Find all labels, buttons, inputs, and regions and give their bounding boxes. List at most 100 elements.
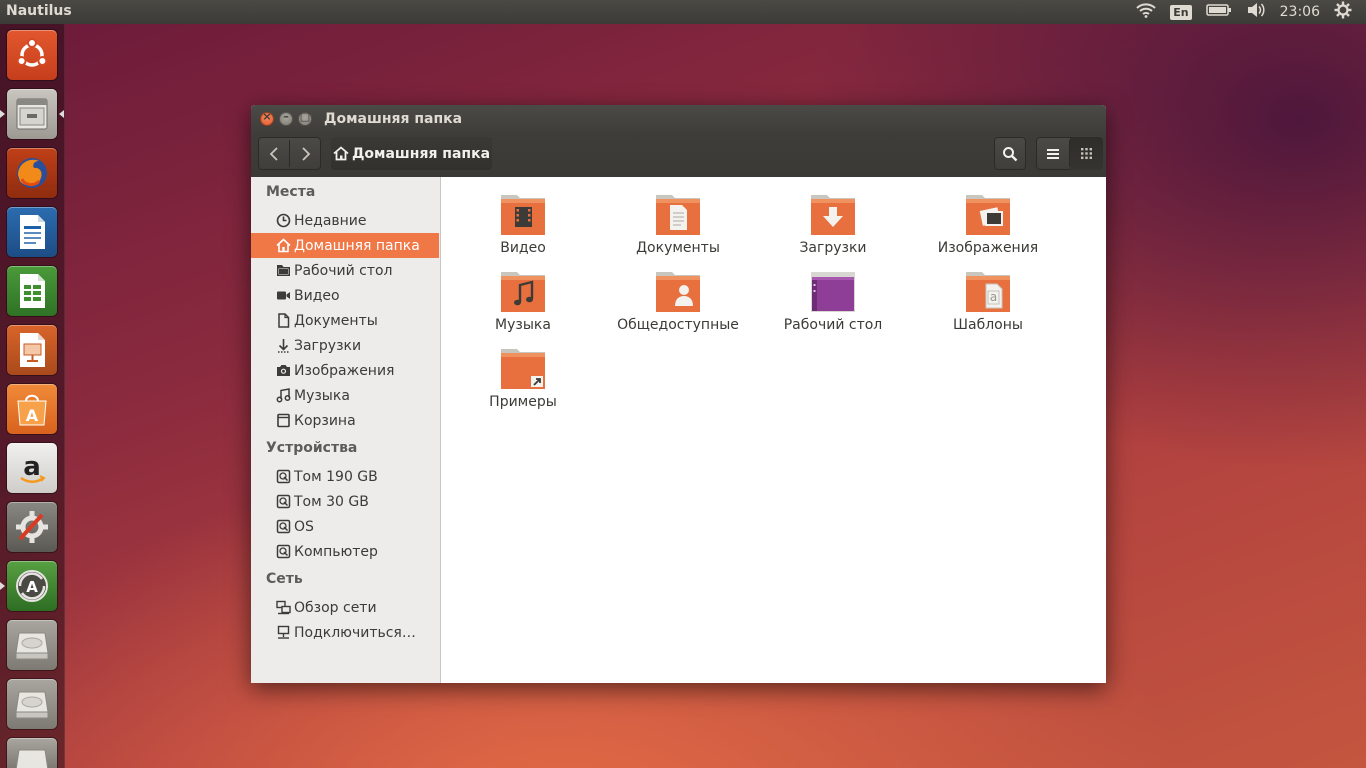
breadcrumb-label: Домашняя папка [351, 145, 491, 162]
sidebar-item-connect-to-server[interactable]: Подключиться… [251, 620, 439, 645]
running-indicator [0, 582, 5, 590]
list-view-button[interactable] [1036, 137, 1069, 170]
battery-icon[interactable] [1205, 3, 1232, 21]
launcher-software-center[interactable]: A [7, 384, 57, 434]
sidebar-heading-devices: Устройства [266, 440, 358, 456]
folder-item-documents[interactable]: Документы [608, 191, 748, 256]
launcher-libreoffice-calc[interactable] [7, 266, 57, 316]
sidebar-item-recent[interactable]: Недавние [251, 208, 439, 233]
sidebar-item-pictures[interactable]: Изображения [251, 358, 439, 383]
sidebar-item-home[interactable]: Домашняя папка [251, 233, 439, 258]
maximize-button[interactable]: □ [298, 110, 312, 126]
download-arrow-icon [275, 338, 291, 354]
sidebar-item-volume-30gb[interactable]: Том 30 GB [251, 489, 439, 514]
indicator-tray: En 23:06 [1136, 0, 1366, 24]
file-label: Загрузки [799, 240, 867, 256]
hard-drive-icon [15, 749, 49, 768]
launcher-files[interactable] [7, 89, 57, 139]
sidebar-item-music[interactable]: Музыка [251, 383, 439, 408]
sidebar-item-volume-190gb[interactable]: Том 190 GB [251, 464, 439, 489]
svg-text:A: A [26, 578, 38, 596]
folder-item-templates[interactable]: a Шаблоны [918, 268, 1058, 333]
close-icon: × [262, 110, 272, 123]
clock-icon [275, 213, 291, 229]
running-indicator [0, 110, 5, 118]
back-button[interactable] [258, 137, 289, 170]
launcher-amazon[interactable]: a [7, 443, 57, 493]
software-updater-icon: A [16, 570, 48, 602]
launcher-libreoffice-impress[interactable] [7, 325, 57, 375]
home-icon [275, 238, 291, 254]
trash-icon [275, 413, 291, 429]
breadcrumb-home-button[interactable]: Домашняя папка [331, 137, 492, 170]
folder-item-desktop[interactable]: Рабочий стол [763, 268, 903, 333]
file-grid: Видео Документы Загрузки Изображения Муз… [441, 177, 1106, 683]
search-group [994, 137, 1026, 170]
close-button[interactable]: × [260, 110, 274, 126]
launcher-drive-3[interactable] [7, 738, 57, 768]
launcher-drive-1[interactable] [7, 620, 57, 670]
sidebar-item-label: Рабочий стол [294, 262, 393, 279]
search-icon [1003, 146, 1018, 161]
window-titlebar[interactable]: × – □ Домашняя папка [251, 105, 1106, 134]
chevron-left-icon [269, 146, 278, 161]
desktop-folder-icon [275, 263, 291, 279]
software-center-icon: A [17, 394, 47, 426]
keyboard-layout-indicator[interactable]: En [1170, 4, 1192, 20]
impress-icon [20, 333, 45, 367]
sidebar-item-label: Том 190 GB [294, 468, 378, 485]
clock[interactable]: 23:06 [1280, 4, 1320, 20]
volume-icon[interactable] [1246, 2, 1266, 22]
sidebar: Места Недавние Домашняя папка Рабочий ст… [251, 177, 441, 683]
sidebar-item-os[interactable]: OS [251, 514, 439, 539]
sidebar-heading-places: Места [266, 184, 316, 200]
wifi-icon[interactable] [1136, 2, 1156, 22]
drive-icon [275, 494, 291, 510]
sidebar-item-browse-network[interactable]: Обзор сети [251, 595, 439, 620]
grid-view-icon [1081, 148, 1092, 159]
launcher-firefox[interactable] [7, 148, 57, 198]
launcher-libreoffice-writer[interactable] [7, 207, 57, 257]
sidebar-item-label: OS [294, 518, 314, 535]
home-icon [333, 146, 349, 161]
drive-icon [275, 469, 291, 485]
document-icon [275, 313, 291, 329]
folder-item-examples[interactable]: Примеры [453, 345, 593, 410]
sidebar-item-downloads[interactable]: Загрузки [251, 333, 439, 358]
minimize-icon: – [283, 110, 289, 123]
launcher-software-updater[interactable]: A [7, 561, 57, 611]
sidebar-item-label: Видео [294, 287, 340, 304]
sidebar-item-computer[interactable]: Компьютер [251, 539, 439, 564]
folder-item-pictures[interactable]: Изображения [918, 191, 1058, 256]
search-button[interactable] [994, 137, 1026, 170]
grid-view-button[interactable] [1070, 137, 1103, 170]
music-note-icon [275, 388, 291, 404]
launcher-ubuntu-dash[interactable] [7, 30, 57, 80]
hard-drive-icon [15, 632, 49, 660]
sidebar-item-label: Загрузки [294, 337, 362, 354]
forward-button[interactable] [290, 137, 321, 170]
sidebar-item-label: Подключиться… [294, 624, 416, 641]
settings-gear-icon[interactable] [1334, 1, 1352, 23]
maximize-icon: □ [299, 110, 311, 123]
sidebar-item-label: Музыка [294, 387, 350, 404]
minimize-button[interactable]: – [279, 110, 293, 126]
list-view-icon [1046, 148, 1059, 159]
sidebar-item-desktop[interactable]: Рабочий стол [251, 258, 439, 283]
folder-item-music[interactable]: Музыка [453, 268, 593, 333]
sidebar-item-label: Компьютер [294, 543, 378, 560]
sidebar-item-label: Недавние [294, 212, 367, 229]
launcher-drive-2[interactable] [7, 679, 57, 729]
file-label: Документы [636, 240, 720, 256]
launcher-system-settings[interactable] [7, 502, 57, 552]
file-manager-window: × – □ Домашняя папка Домашняя папка Мест… [251, 105, 1106, 683]
launcher: A a A [0, 24, 65, 768]
folder-item-videos[interactable]: Видео [453, 191, 593, 256]
sidebar-item-documents[interactable]: Документы [251, 308, 439, 333]
sidebar-item-videos[interactable]: Видео [251, 283, 439, 308]
file-label: Рабочий стол [783, 317, 883, 333]
folder-item-downloads[interactable]: Загрузки [763, 191, 903, 256]
active-app-title: Nautilus [6, 3, 72, 19]
sidebar-item-trash[interactable]: Корзина [251, 408, 439, 433]
folder-item-public[interactable]: Общедоступные [608, 268, 748, 333]
